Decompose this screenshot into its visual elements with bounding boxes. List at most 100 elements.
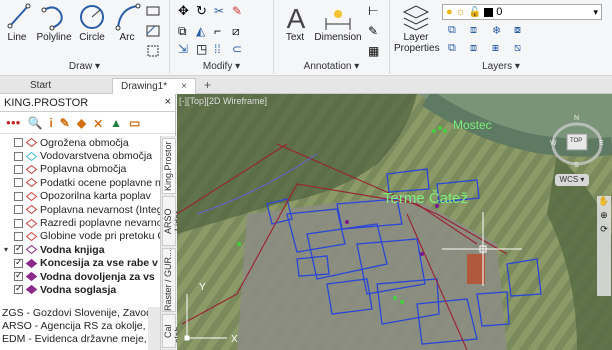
modify-panel: ✥ ↻ ✂ ✎ ⧉ ◭ ⌐ ⧄ ⇲ ◳ ⁞⁞ ⊂ Modify ▾: [170, 0, 274, 74]
layer-checkbox[interactable]: [14, 257, 23, 268]
layer-checkbox[interactable]: [14, 218, 23, 228]
vtab-arso-lidar[interactable]: ARSO Lidar: [162, 196, 183, 246]
vtab-raster-gur[interactable]: Raster / GUR...: [162, 248, 176, 312]
provider-item[interactable]: ARSO - Agencija RS za okolje, Mi: [0, 319, 160, 332]
tree-item[interactable]: Vodna dovoljenja za vs: [0, 270, 160, 283]
tree-item[interactable]: Poplavna nevarnost (Integ: [0, 203, 160, 216]
mtext-icon[interactable]: ✎: [368, 24, 382, 38]
layer-checkbox[interactable]: [14, 270, 23, 282]
tree-item[interactable]: Vodovarstvena območja: [0, 149, 160, 162]
layer-checkbox[interactable]: [14, 191, 23, 201]
stretch-icon[interactable]: ⇲: [178, 42, 192, 56]
scrollbar[interactable]: [148, 307, 160, 350]
hatch-icon[interactable]: [146, 24, 160, 38]
info-icon[interactable]: i: [49, 116, 52, 130]
layer-dropdown[interactable]: ● ☼ 🔓 0 ▾: [442, 4, 602, 20]
modify-row-3: ⇲ ◳ ⁞⁞ ⊂: [178, 42, 246, 56]
tag-icon[interactable]: ◆: [77, 116, 86, 130]
wcs-dropdown[interactable]: WCS ▾: [555, 174, 589, 186]
leader-icon[interactable]: ⊢: [368, 4, 382, 18]
layer-checkbox[interactable]: [14, 178, 23, 188]
layer-match-icon[interactable]: ⧉: [448, 42, 462, 56]
tree-item[interactable]: Razredi poplavne nevarno: [0, 216, 160, 229]
close-icon[interactable]: ×: [165, 96, 171, 108]
vtab-cal-slab[interactable]: Cal slab...: [162, 314, 183, 348]
layer-properties-tool[interactable]: Layer Properties: [394, 2, 440, 54]
modify-panel-title[interactable]: Modify ▾: [170, 61, 273, 72]
layer-checkbox[interactable]: [14, 138, 23, 148]
zoom-icon[interactable]: ⊕: [597, 210, 611, 224]
layer-prev-icon[interactable]: ⧈: [470, 42, 484, 56]
tree-item[interactable]: Ogrožena območja: [0, 136, 160, 149]
text-icon: A: [287, 3, 306, 32]
measure-icon[interactable]: ⨯: [93, 116, 103, 130]
viewcube-top-face[interactable]: TOP: [570, 138, 582, 144]
layer-lock-icon[interactable]: ⧇: [514, 24, 528, 38]
layer-merge-icon[interactable]: ⧅: [514, 42, 528, 56]
tree-item[interactable]: Koncesija za vse rabe v: [0, 257, 160, 270]
table-icon[interactable]: ▦: [368, 44, 382, 58]
layers-title-text: Layers: [482, 61, 513, 72]
tree-item[interactable]: ▾ Vodna knjiga: [0, 243, 160, 256]
dimension-tool[interactable]: Dimension: [312, 2, 364, 43]
rectangle-icon[interactable]: [146, 4, 160, 18]
layer-freeze-icon[interactable]: ❄: [492, 24, 506, 38]
expand-icon[interactable]: ▾: [4, 245, 12, 254]
move-icon[interactable]: ✥: [178, 4, 192, 18]
trim-icon[interactable]: ✂: [214, 4, 228, 18]
tab-start[interactable]: Start: [22, 78, 59, 94]
provider-item[interactable]: ZGS - Gozdovi Slovenije, Zavod z: [0, 306, 160, 319]
mirror-icon[interactable]: ◭: [196, 24, 210, 38]
text-tool[interactable]: A Text: [280, 2, 310, 43]
layer-checkbox[interactable]: [14, 151, 23, 161]
layer-style-icon: [26, 218, 37, 228]
add-tab-button[interactable]: +: [204, 78, 211, 92]
close-icon[interactable]: ×: [181, 81, 187, 92]
region-icon[interactable]: [146, 44, 160, 58]
layer-checkbox[interactable]: [14, 164, 23, 174]
tree-item[interactable]: Opozorilna karta poplav: [0, 190, 160, 203]
circle-tool[interactable]: Circle: [76, 2, 108, 43]
fillet-icon[interactable]: ⌐: [214, 24, 228, 38]
explode-icon[interactable]: ⧄: [232, 24, 246, 38]
modify-row-1: ✥ ↻ ✂ ✎: [178, 4, 246, 19]
erase-icon[interactable]: ✎: [232, 4, 246, 18]
annotation-panel-title[interactable]: Annotation ▾: [274, 61, 389, 72]
layer-off-icon[interactable]: ⧈: [470, 24, 484, 38]
copy-icon[interactable]: ⧉: [178, 24, 192, 38]
edit-icon[interactable]: ✎: [60, 116, 70, 130]
polyline-tool[interactable]: Polyline: [34, 2, 74, 43]
layer-checkbox[interactable]: [14, 283, 23, 295]
viewport-controls-label[interactable]: [-][Top][2D Wireframe]: [179, 96, 267, 106]
viewcube[interactable]: TOP N S W E: [549, 112, 609, 172]
offset-icon[interactable]: ⊂: [232, 42, 246, 56]
scale-icon[interactable]: ◳: [196, 42, 210, 56]
tree-item[interactable]: Globine vode pri pretoku G: [0, 230, 160, 243]
vtab-king-prostor[interactable]: King.Prostor: [162, 138, 176, 194]
aerial-map[interactable]: [177, 94, 612, 350]
layer-walk-icon[interactable]: ⧆: [492, 42, 506, 56]
tab-drawing1[interactable]: Drawing1* ×: [112, 78, 196, 94]
orbit-icon[interactable]: ⟳: [597, 224, 611, 238]
tree-item[interactable]: Podatki ocene poplavne n: [0, 176, 160, 189]
drawing-viewport[interactable]: [-][Top][2D Wireframe] Mostec Terme Čate…: [177, 94, 612, 350]
search-icon[interactable]: 🔍: [28, 116, 43, 130]
layer-checkbox[interactable]: [14, 231, 23, 241]
layer-checkbox[interactable]: [14, 243, 23, 255]
layer-checkbox[interactable]: [14, 205, 23, 215]
layer-iso-icon[interactable]: ⧉: [448, 24, 462, 38]
arc-tool[interactable]: Arc: [112, 2, 142, 43]
provider-item[interactable]: EDM - Evidenca državne meje, G: [0, 333, 158, 346]
tree-item[interactable]: Poplavna območja: [0, 163, 160, 176]
tree-item-label: Poplavna nevarnost (Integ: [40, 203, 160, 216]
terrain-icon[interactable]: ▲: [110, 116, 122, 130]
map-icon[interactable]: ▭: [129, 116, 140, 130]
layers-panel-title[interactable]: Layers ▾: [390, 61, 612, 72]
draw-panel-title[interactable]: Draw ▾: [0, 61, 169, 72]
pan-icon[interactable]: ✋: [597, 196, 611, 210]
tree-item[interactable]: Vodna soglasja: [0, 283, 160, 296]
dots-icon[interactable]: ●●●: [6, 118, 21, 127]
array-icon[interactable]: ⁞⁞: [214, 42, 228, 56]
line-tool[interactable]: Line: [4, 2, 31, 43]
rotate-icon[interactable]: ↻: [196, 4, 210, 18]
